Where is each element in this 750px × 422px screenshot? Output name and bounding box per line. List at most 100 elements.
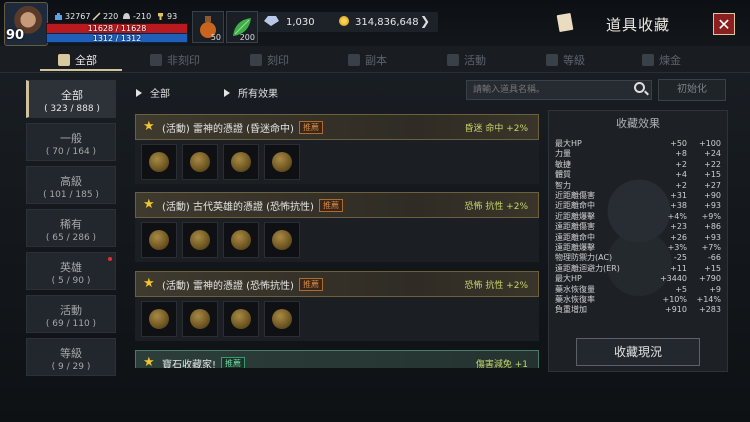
coin-item[interactable] [182,222,218,258]
star-icon[interactable]: ★ [143,120,155,133]
stat-total: +14% [696,295,721,304]
category-event[interactable]: 活動 ( 69 / 110 ) [26,295,116,333]
tab-non-engraved[interactable]: 非刻印 [150,51,200,69]
sword-icon [92,12,101,21]
category-level[interactable]: 等級 ( 9 / 29 ) [26,338,116,376]
collection-set: ★ 寶石收藏家! 推薦 傷害減免 +1 [135,350,539,368]
category-hero[interactable]: 英雄 ( 5 / 90 ) [26,252,116,290]
tab-alchemy[interactable]: 煉金 [642,51,681,69]
set-name: (活動) 雷神的憑證 (恐怖抗性) [162,280,294,292]
tab-dungeon[interactable]: 副本 [348,51,387,69]
set-effect: 恐怖 抗性 +2% [464,201,528,212]
category-rare[interactable]: 稀有 ( 65 / 286 ) [26,209,116,247]
tab-level[interactable]: 等級 [546,51,585,69]
category-all[interactable]: 全部 ( 323 / 888 ) [26,80,116,118]
search-input[interactable] [466,80,652,100]
stat-total: +9% [701,211,721,221]
stat-name: 最大HP [555,139,582,148]
hp-text: 11628 / 11628 [87,24,147,33]
coin-item[interactable] [223,144,259,180]
gate-icon [348,54,360,66]
coin-item[interactable] [223,222,259,258]
set-effect: 傷害減免 +1 [475,359,528,369]
trophy-icon [156,12,165,21]
set-items [135,140,539,184]
coin-item[interactable] [141,301,177,337]
stat-row: 藥水恢復量 +5 +9 [555,285,725,295]
reset-button[interactable]: 初始化 [658,79,726,101]
mp-text: 1312 / 1312 [92,34,142,43]
category-advanced[interactable]: 高級 ( 101 / 185 ) [26,166,116,204]
trophy-stat: 93 [156,12,177,21]
stat-total: +100 [699,139,721,148]
stat-value: +50 [670,139,687,148]
stat-row: 力量 +8 +24 [555,149,725,159]
lock-icon [250,54,262,66]
coin-item[interactable] [182,301,218,337]
filter-all-dropdown[interactable]: 全部 [136,85,170,100]
player-level: 90 [6,28,25,43]
close-icon: ✕ [717,15,731,34]
set-name: (活動) 雷神的憑證 (昏迷命中) [162,123,294,135]
helmet-icon [122,12,131,21]
page-title: 道具收藏 [606,16,671,34]
stat-value: +31 [670,191,687,200]
stat-row: 近距離傷害 +31 +90 [555,191,725,201]
filter-effect-dropdown[interactable]: 所有效果 [224,85,278,100]
coin-item[interactable] [264,222,300,258]
stat-row: 智力 +2 +27 [555,181,725,191]
recommended-badge: 推薦 [298,277,323,291]
set-effect: 恐怖 抗性 +2% [464,280,528,291]
stat-row: 最大HP +50 +100 [555,139,725,149]
set-effect: 昏迷 命中 +2% [464,123,528,134]
level-icon [546,54,558,66]
collection-status-button[interactable]: 收藏現況 [576,338,700,366]
star-icon[interactable]: ★ [143,198,155,211]
coin-item[interactable] [141,222,177,258]
coin-item[interactable] [264,301,300,337]
category-normal[interactable]: 一般 ( 70 / 164 ) [26,123,116,161]
stat-name: 遠距離命中 [555,232,595,242]
star-icon[interactable]: ★ [143,277,155,290]
set-name: (活動) 古代英雄的憑證 (恐怖抗性) [162,201,314,213]
potion-slot[interactable]: 50 [192,11,224,43]
stat-row: 體質 +4 +15 [555,170,725,180]
grid-icon [58,54,70,66]
stat-total: +790 [699,274,721,284]
stat-name: 最大HP [555,274,582,284]
stat-name: 敏捷 [555,159,571,169]
collection-set-list[interactable]: ★ (活動) 雷神的憑證 (昏迷命中) 推薦 昏迷 命中 +2% ★ (活動) … [135,110,539,368]
stat-total: +15 [704,170,721,180]
stat-name: 藥水恢復率 [555,295,595,304]
set-name: 寶石收藏家! [162,359,217,369]
stat-total: +7% [701,243,721,252]
set-header: ★ (活動) 雷神的憑證 (恐怖抗性) 推薦 恐怖 抗性 +2% [135,271,539,297]
tab-all[interactable]: 全部 [58,51,97,69]
status-bar: 90 32767 220 -210 93 11628 / 11628 1312 … [0,0,750,46]
stat-row: 藥水恢復率 +10% +14% [555,295,725,305]
stat-row: 負重增加 +910 +283 [555,305,725,315]
star-icon[interactable]: ★ [143,356,155,368]
herb-slot[interactable]: 200 [226,11,258,43]
coin-item[interactable] [182,144,218,180]
panel-title: 收藏效果 [616,117,660,130]
stat-name: 智力 [555,180,571,190]
coin-item[interactable] [223,301,259,337]
currency-expand-chevron-icon[interactable]: ❯ [420,14,430,28]
tab-engraved[interactable]: 刻印 [250,51,289,69]
coin-item[interactable] [264,144,300,180]
stat-total: +93 [704,232,721,242]
sword-icon [447,54,459,66]
collection-effect-panel: 收藏效果 最大HP +50 +100 力量 +8 +24 敏捷 +2 +22 體質 +4 +15 智力 +… [548,110,728,372]
search-icon[interactable] [634,82,645,93]
tab-event[interactable]: 活動 [447,51,486,69]
coin-item[interactable] [141,144,177,180]
stat-value: +38 [670,201,687,211]
tab-active-indicator [40,69,122,71]
stat-row: 物理防禦力(AC) -25 -66 [555,253,725,263]
close-button[interactable]: ✕ [713,13,735,35]
defense-stat: -210 [122,12,151,21]
stat-name: 遠距離迴避力(ER) [555,263,620,273]
set-header: ★ (活動) 雷神的憑證 (昏迷命中) 推薦 昏迷 命中 +2% [135,114,539,140]
stat-value: +11 [670,263,687,273]
